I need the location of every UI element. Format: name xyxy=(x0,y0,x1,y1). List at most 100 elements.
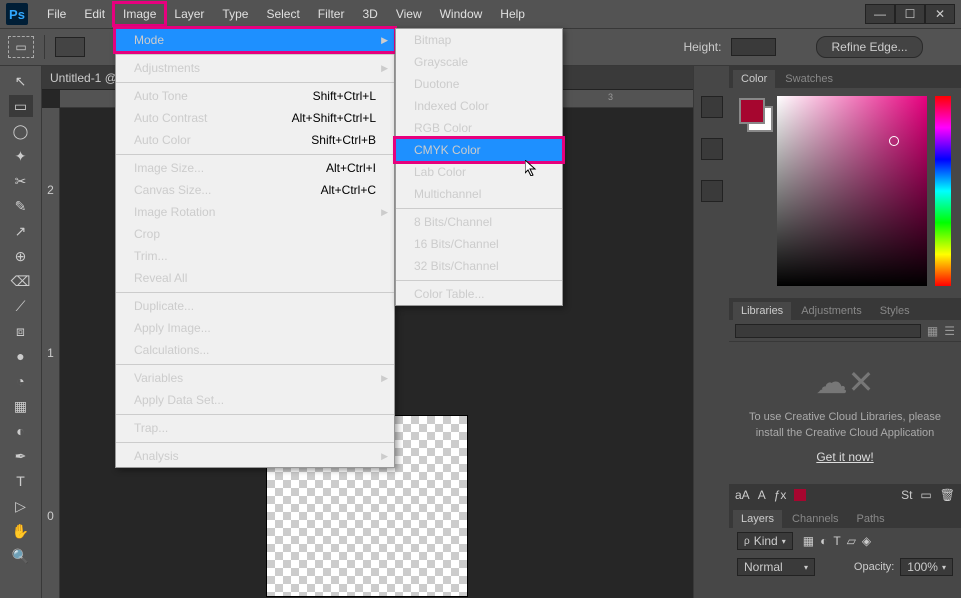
menu-item[interactable]: 8 Bits/Channel xyxy=(396,208,562,233)
menu-item[interactable]: Adjustments▶ xyxy=(116,54,394,79)
menu-item: Grayscale xyxy=(396,51,562,73)
tool-button[interactable]: ● xyxy=(9,345,33,367)
menu-item[interactable]: Reveal All xyxy=(116,267,394,289)
menu-help[interactable]: Help xyxy=(491,3,534,25)
filter-type-icon[interactable]: T xyxy=(833,534,840,548)
tool-button[interactable]: ▦ xyxy=(9,395,33,417)
tool-button[interactable]: ✒ xyxy=(9,445,33,467)
opacity-input[interactable]: 100%▾ xyxy=(900,558,953,576)
tab-libraries[interactable]: Libraries xyxy=(733,302,791,320)
close-button[interactable]: ✕ xyxy=(925,4,955,24)
blend-mode-select[interactable]: Normal▾ xyxy=(737,558,815,576)
menu-item[interactable]: Analysis▶ xyxy=(116,442,394,467)
menu-item[interactable]: 16 Bits/Channel xyxy=(396,233,562,255)
menu-item[interactable]: Image Size...Alt+Ctrl+I xyxy=(116,154,394,179)
menu-item[interactable]: Image Rotation▶ xyxy=(116,201,394,223)
tool-button[interactable]: T xyxy=(9,470,33,492)
libraries-toolbar: ▦ ☰ xyxy=(729,320,961,342)
menu-item[interactable]: Trim... xyxy=(116,245,394,267)
menu-item[interactable]: Canvas Size...Alt+Ctrl+C xyxy=(116,179,394,201)
menu-edit[interactable]: Edit xyxy=(75,3,114,25)
tool-button[interactable]: ↗ xyxy=(9,220,33,242)
tool-button[interactable]: ▷ xyxy=(9,495,33,517)
tool-button[interactable]: ✂ xyxy=(9,170,33,192)
menu-image[interactable]: Image xyxy=(114,3,165,25)
st-icon[interactable]: St xyxy=(901,488,912,502)
menu-select[interactable]: Select xyxy=(257,3,308,25)
list-view-icon[interactable]: ☰ xyxy=(944,324,955,338)
minimize-button[interactable]: — xyxy=(865,4,895,24)
ruler-vertical: 210 xyxy=(42,108,60,598)
tab-layers[interactable]: Layers xyxy=(733,510,782,528)
tool-button[interactable]: ✦ xyxy=(9,145,33,167)
tool-button[interactable]: ✋ xyxy=(9,520,33,542)
maximize-button[interactable]: ☐ xyxy=(895,4,925,24)
trash-icon[interactable]: 🗑 xyxy=(940,488,955,502)
menu-item[interactable]: CMYK Color xyxy=(396,139,562,161)
color-chip-icon[interactable] xyxy=(794,489,806,501)
panel-icon[interactable] xyxy=(701,96,723,118)
tab-adjustments[interactable]: Adjustments xyxy=(793,302,870,320)
panel-icon[interactable] xyxy=(701,180,723,202)
document-tab[interactable]: Untitled-1 @ xyxy=(50,71,117,85)
menu-view[interactable]: View xyxy=(387,3,431,25)
menu-item[interactable]: Auto ColorShift+Ctrl+B xyxy=(116,129,394,151)
menu-item[interactable]: Calculations... xyxy=(116,339,394,361)
refine-edge-button[interactable]: Refine Edge... xyxy=(816,36,922,58)
menu-item: Duotone xyxy=(396,73,562,95)
menu-item[interactable]: Auto ToneShift+Ctrl+L xyxy=(116,82,394,107)
filter-adjust-icon[interactable]: ◐ xyxy=(820,534,827,548)
menu-item[interactable]: 32 Bits/Channel xyxy=(396,255,562,277)
tool-button[interactable]: ▭ xyxy=(9,95,33,117)
tool-button[interactable]: ⌫ xyxy=(9,270,33,292)
grid-view-icon[interactable]: ▦ xyxy=(927,324,938,338)
option-sample[interactable] xyxy=(55,37,85,57)
menu-item[interactable]: Mode▶ xyxy=(116,29,394,51)
menu-layer[interactable]: Layer xyxy=(165,3,213,25)
menu-type[interactable]: Type xyxy=(213,3,257,25)
tool-button[interactable]: ◐ xyxy=(9,420,33,442)
tool-button[interactable]: ✎ xyxy=(9,195,33,217)
height-input[interactable] xyxy=(731,38,776,56)
menu-item[interactable]: Apply Image... xyxy=(116,317,394,339)
panel-icon[interactable] xyxy=(701,138,723,160)
menu-item[interactable]: Variables▶ xyxy=(116,364,394,389)
tool-button[interactable]: ◯ xyxy=(9,120,33,142)
type-tool-icon[interactable]: aA xyxy=(735,488,750,502)
fx-icon[interactable]: ƒx xyxy=(774,488,787,502)
picker-handle[interactable] xyxy=(889,136,899,146)
folder-icon[interactable]: ▭ xyxy=(920,488,931,502)
menu-filter[interactable]: Filter xyxy=(309,3,354,25)
menu-item[interactable]: Lab Color xyxy=(396,161,562,183)
menu-3d[interactable]: 3D xyxy=(353,3,386,25)
filter-image-icon[interactable]: ▦ xyxy=(803,534,814,548)
marquee-tool-icon[interactable]: ▭ xyxy=(8,36,34,58)
tool-button[interactable]: ⟋ xyxy=(9,295,33,317)
menu-item[interactable]: Duplicate... xyxy=(116,292,394,317)
menu-window[interactable]: Window xyxy=(431,3,492,25)
menu-item[interactable]: Auto ContrastAlt+Shift+Ctrl+L xyxy=(116,107,394,129)
libraries-footer: aA A ƒx St ▭ 🗑 xyxy=(729,484,961,506)
tool-button[interactable]: ⧈ xyxy=(9,320,33,342)
tab-swatches[interactable]: Swatches xyxy=(777,70,841,88)
filter-shape-icon[interactable]: ▱ xyxy=(847,534,856,548)
filter-smart-icon[interactable]: ◈ xyxy=(862,534,871,548)
tool-button[interactable]: ⊕ xyxy=(9,245,33,267)
foreground-swatch[interactable] xyxy=(739,98,765,124)
tab-color[interactable]: Color xyxy=(733,70,775,88)
menu-file[interactable]: File xyxy=(38,3,75,25)
tool-button[interactable]: ↖ xyxy=(9,70,33,92)
tab-channels[interactable]: Channels xyxy=(784,510,846,528)
menu-item[interactable]: Multichannel xyxy=(396,183,562,205)
tab-styles[interactable]: Styles xyxy=(872,302,918,320)
tool-button[interactable]: 🔍 xyxy=(9,545,33,567)
tool-button[interactable]: ◔ xyxy=(9,370,33,392)
menu-item[interactable]: RGB Color xyxy=(396,117,562,139)
hue-slider[interactable] xyxy=(935,96,951,286)
tab-paths[interactable]: Paths xyxy=(849,510,893,528)
layer-filter-kind[interactable]: ρKind▾ xyxy=(737,532,793,550)
character-icon[interactable]: A xyxy=(758,488,766,502)
library-select[interactable] xyxy=(735,324,921,338)
color-picker-field[interactable] xyxy=(777,96,927,286)
get-it-now-link[interactable]: Get it now! xyxy=(816,450,873,464)
